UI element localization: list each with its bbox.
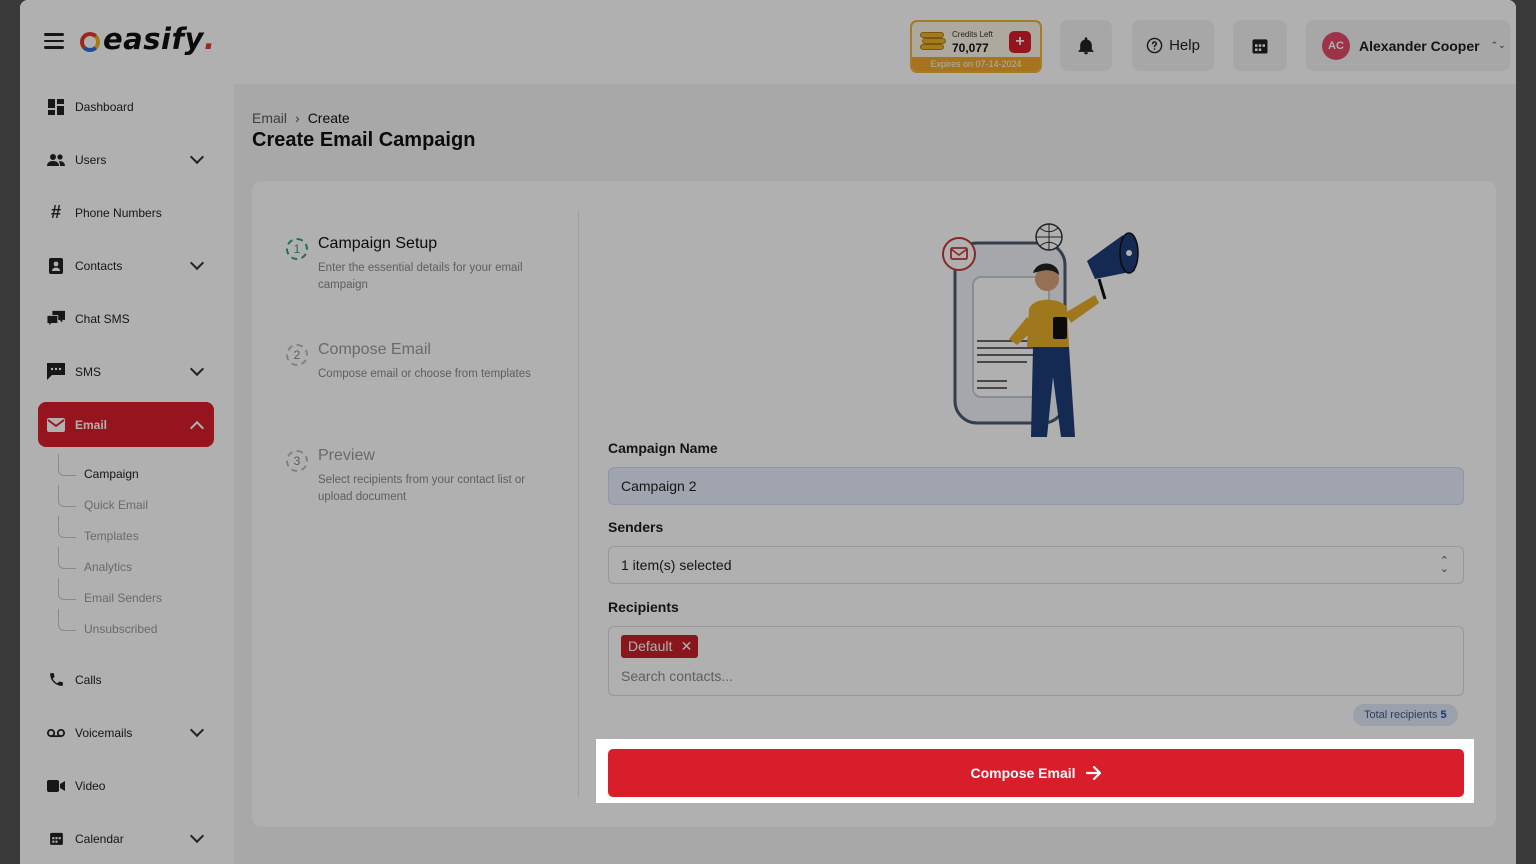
app-window: easify. Credits Left 70,077 + Expires on… [20, 0, 1516, 864]
overlay-dim [596, 803, 1474, 864]
compose-email-label: Compose Email [970, 765, 1076, 781]
overlay-dim [20, 0, 1516, 739]
overlay-dim [1474, 739, 1516, 864]
overlay-dim [20, 739, 596, 864]
compose-email-button[interactable]: Compose Email [608, 749, 1464, 797]
arrow-right-icon [1085, 766, 1101, 780]
